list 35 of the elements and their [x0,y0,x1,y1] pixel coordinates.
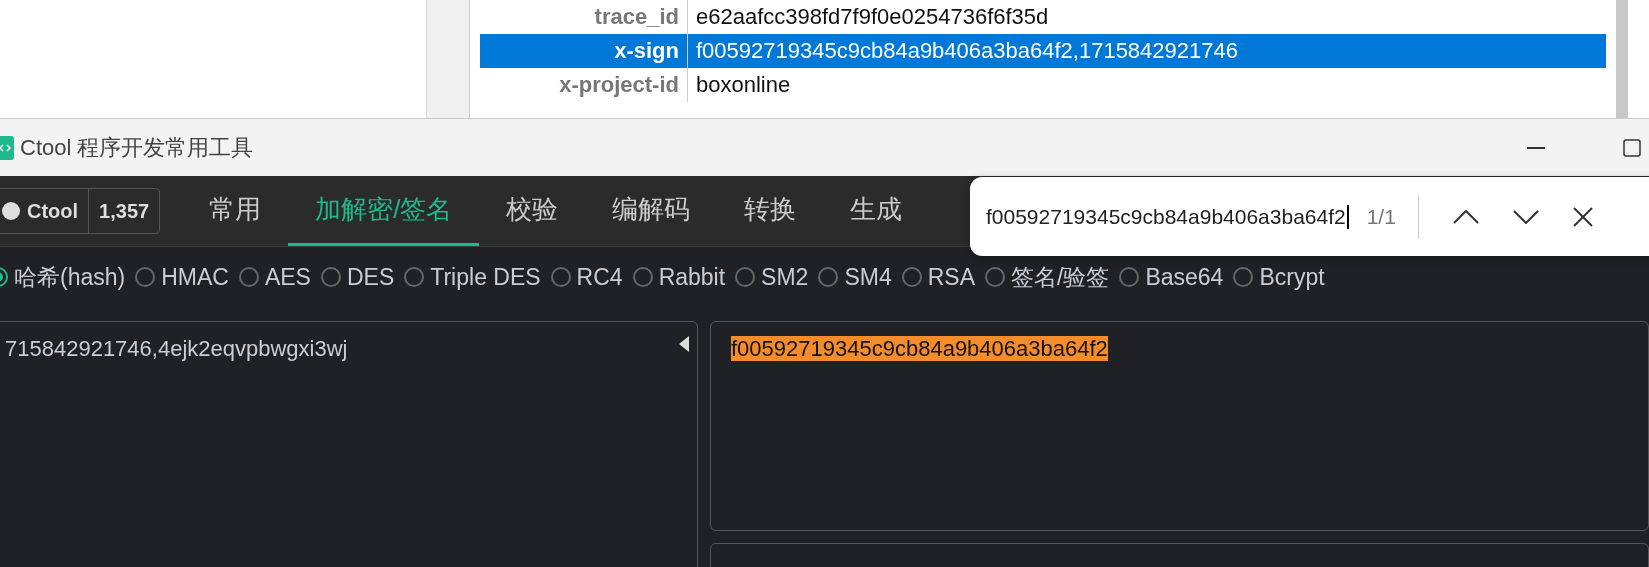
algorithm-option[interactable]: Triple DES [404,263,541,291]
header-value: boxonline [695,72,791,98]
algorithm-option[interactable]: 签名/验签 [985,261,1110,293]
input-panel[interactable]: 715842921746,4ejk2eqvpbwgxi3wj [0,321,698,567]
algorithm-option[interactable]: SM2 [735,263,809,291]
input-text: 715842921746,4ejk2eqvpbwgxi3wj [4,335,349,363]
algorithm-option[interactable]: SM4 [818,263,892,291]
tab[interactable]: 转换 [717,176,824,246]
tab[interactable]: 加解密/签名 [288,176,480,246]
window-title: Ctool 程序开发常用工具 [20,133,255,162]
header-value: e62aafcc398fd7f9f0e0254736f6f35d [695,4,1049,30]
header-key: x-project-id [480,68,688,102]
star-count: 1,357 [98,199,151,223]
header-value: f00592719345c9cb84a9b406a3ba64f2,1715842921746 [695,38,1238,64]
algorithm-option[interactable]: Rabbit [632,263,726,291]
table-row[interactable]: x-sign f00592719345c9cb84a9b406a3ba64f2,1715842921746 [480,34,1606,68]
github-label: Ctool [0,189,90,233]
tab[interactable]: 校验 [479,176,586,246]
tab[interactable]: 生成 [823,176,930,246]
table-row[interactable]: x-project-id boxonline [480,68,1606,102]
tab[interactable]: 常用 [182,176,289,246]
algorithm-option[interactable]: Bcrypt [1233,263,1325,291]
find-field[interactable]: f00592719345c9cb84a9b406a3ba64f2 [986,204,1349,229]
github-badge[interactable]: Ctool 1,357 [0,188,161,234]
output-text: f00592719345c9cb84a9b406a3ba64f2 [731,336,1108,361]
algorithm-option[interactable]: AES [238,263,311,291]
algorithm-option[interactable]: RC4 [550,263,623,291]
algorithm-option[interactable]: 哈希(hash) [0,261,126,293]
algorithm-option[interactable]: RSA [901,263,975,291]
header-key: x-sign [480,34,688,68]
match-count: 1/1 [1366,194,1419,239]
algorithm-option[interactable]: Base64 [1119,263,1224,291]
algorithm-option[interactable]: DES [320,263,395,291]
algorithm-option[interactable]: HMAC [135,263,229,291]
tab[interactable]: 编解码 [585,176,718,246]
